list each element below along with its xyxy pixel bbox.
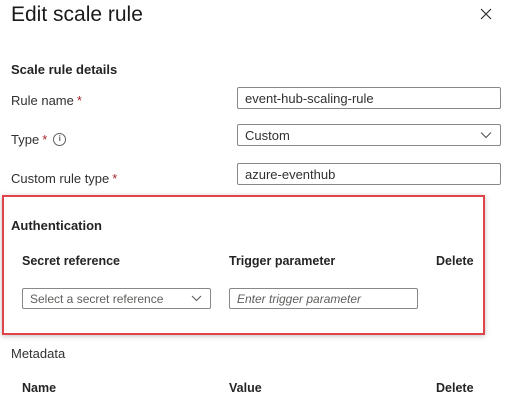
type-select[interactable]: Custom bbox=[237, 124, 501, 146]
secret-reference-placeholder: Select a secret reference bbox=[30, 291, 164, 306]
panel-title: Edit scale rule bbox=[11, 3, 143, 26]
rule-name-value: event-hub-scaling-rule bbox=[245, 90, 374, 106]
rule-name-label: Rule name * bbox=[11, 92, 82, 108]
required-marker: * bbox=[42, 131, 48, 147]
custom-rule-type-label: Custom rule type * bbox=[11, 170, 117, 186]
required-marker: * bbox=[76, 92, 82, 108]
custom-rule-type-value: azure-eventhub bbox=[245, 166, 336, 182]
col-name: Name bbox=[22, 381, 57, 395]
chevron-down-icon bbox=[191, 295, 202, 302]
trigger-parameter-input[interactable]: Enter trigger parameter bbox=[229, 288, 418, 309]
metadata-heading: Metadata bbox=[11, 346, 66, 361]
col-secret-reference: Secret reference bbox=[22, 254, 120, 268]
secret-reference-select[interactable]: Select a secret reference bbox=[22, 288, 211, 309]
type-label: Type * i bbox=[11, 131, 67, 147]
col-trigger-parameter: Trigger parameter bbox=[229, 254, 336, 268]
col-value: Value bbox=[229, 381, 262, 395]
required-marker: * bbox=[112, 170, 118, 186]
custom-rule-type-label-text: Custom rule type bbox=[11, 170, 110, 186]
authentication-heading: Authentication bbox=[11, 218, 102, 233]
info-icon[interactable]: i bbox=[53, 132, 67, 146]
col-delete-metadata: Delete bbox=[436, 381, 474, 395]
type-value: Custom bbox=[245, 127, 290, 143]
rule-name-input[interactable]: event-hub-scaling-rule bbox=[237, 87, 501, 109]
details-heading: Scale rule details bbox=[11, 62, 118, 77]
trigger-parameter-placeholder: Enter trigger parameter bbox=[237, 291, 362, 306]
custom-rule-type-input[interactable]: azure-eventhub bbox=[237, 163, 501, 185]
close-icon[interactable] bbox=[480, 8, 492, 20]
type-label-text: Type bbox=[11, 131, 40, 147]
chevron-down-icon bbox=[480, 132, 492, 139]
close-button[interactable] bbox=[478, 5, 494, 23]
rule-name-label-text: Rule name bbox=[11, 92, 74, 108]
col-delete: Delete bbox=[436, 254, 474, 268]
